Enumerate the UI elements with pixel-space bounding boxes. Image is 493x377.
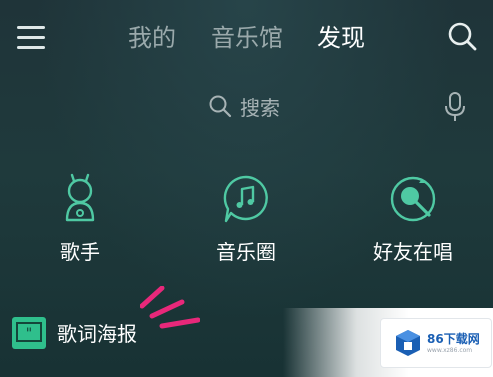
search-label: 搜索	[240, 95, 280, 120]
microphone-icon[interactable]	[444, 92, 466, 122]
tab-music-hall[interactable]: 音乐馆	[211, 22, 283, 54]
lyric-poster-label[interactable]: 歌词海报	[57, 318, 137, 347]
feature-music-circle[interactable]: 音乐圈	[186, 172, 306, 265]
search-bar[interactable]: 搜索	[208, 92, 280, 120]
feature-friends-singing[interactable]: 好友在唱	[353, 172, 473, 265]
watermark-logo	[396, 330, 420, 356]
svg-text:": "	[26, 326, 32, 342]
search-icon[interactable]	[446, 20, 478, 52]
tab-mine[interactable]: 我的	[128, 22, 176, 54]
watermark-text: 86下载网	[427, 332, 480, 346]
menu-icon[interactable]	[17, 24, 47, 52]
tab-discover[interactable]: 发现	[317, 22, 365, 54]
feature-singer[interactable]: 歌手	[20, 172, 140, 265]
watermark-subtext: www.xz86.com	[427, 347, 473, 354]
search-bar-icon	[209, 95, 232, 118]
feature-music-circle-label: 音乐圈	[216, 240, 276, 264]
feature-singer-label: 歌手	[60, 240, 100, 264]
friends-singing-icon	[390, 176, 436, 222]
app-screen: 我的 音乐馆 发现 搜索 歌手 音乐圈 好友在唱 " 歌词海报 86下载网 ww…	[0, 0, 493, 377]
singer-icon	[65, 173, 95, 222]
music-circle-icon	[223, 175, 268, 223]
highlight-marks	[140, 286, 200, 329]
lyric-poster-icon[interactable]: "	[12, 317, 46, 349]
watermark: 86下载网 www.xz86.com	[380, 318, 492, 368]
feature-friends-singing-label: 好友在唱	[373, 240, 453, 264]
